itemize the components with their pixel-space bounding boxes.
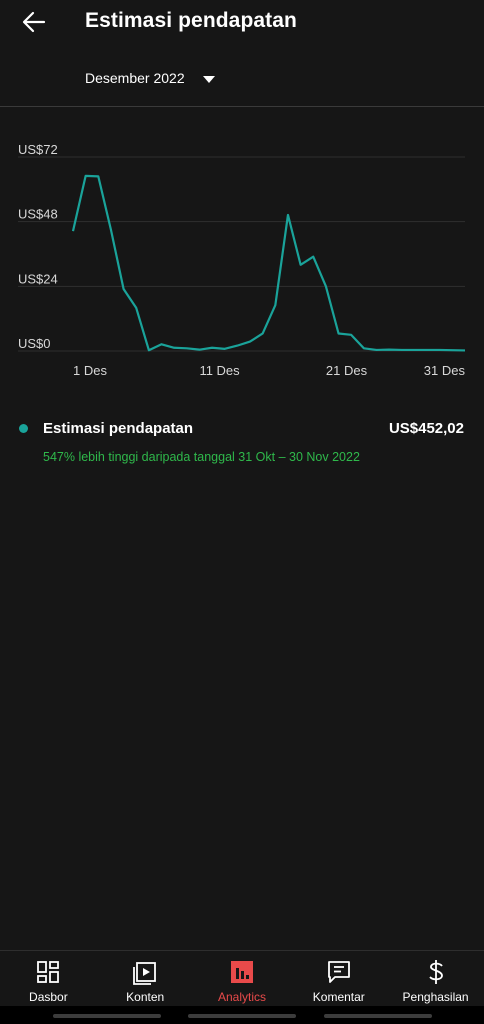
nav-item-dasbor[interactable]: Dasbor [0, 951, 97, 1007]
period-label: Desember 2022 [85, 70, 185, 86]
nav-item-penghasilan[interactable]: Penghasilan [387, 951, 484, 1007]
y-tick-label: US$48 [18, 207, 58, 222]
comparison-text: 547% lebih tinggi daripada tanggal 31 Ok… [43, 450, 360, 464]
back-arrow-icon [22, 11, 46, 33]
app-header: Estimasi pendapatan Desember 2022 [0, 0, 484, 106]
metric-label: Estimasi pendapatan [43, 420, 194, 437]
content-icon [133, 962, 157, 985]
period-dropdown[interactable]: Desember 2022 [85, 70, 215, 86]
y-tick-label: US$72 [18, 142, 58, 157]
x-tick-label: 31 Des [424, 363, 466, 378]
comments-icon [327, 961, 350, 983]
series-legend-dot [19, 424, 28, 433]
gesture-handle [53, 1014, 161, 1018]
gesture-handle [188, 1014, 296, 1018]
header-divider [0, 106, 484, 107]
nav-label: Penghasilan [402, 990, 469, 1004]
dollar-icon [428, 960, 443, 984]
nav-label: Analytics [217, 990, 266, 1004]
total-value: US$452,02 [388, 420, 464, 437]
dashboard-icon [37, 961, 60, 983]
x-tick-label: 11 Des [199, 363, 240, 378]
y-tick-label: US$0 [18, 336, 51, 351]
gesture-handle [324, 1014, 432, 1018]
y-tick-label: US$24 [18, 271, 58, 286]
dropdown-caret-icon [202, 75, 215, 83]
earnings-series-line [71, 174, 466, 352]
analytics-icon [230, 961, 253, 983]
x-tick-label: 1 Des [73, 363, 107, 378]
system-gesture-bar [0, 1006, 484, 1024]
nav-label: Konten [126, 990, 165, 1004]
nav-item-konten[interactable]: Konten [97, 951, 194, 1007]
x-tick-label: 21 Des [326, 363, 368, 378]
earnings-chart: US$0 US$24 US$48 US$72 1 Des 11 Des 21 Des 31 D… [0, 140, 484, 390]
page-title: Estimasi pendapatan [85, 9, 297, 32]
nav-item-analytics[interactable]: Analytics [194, 951, 291, 1007]
nav-item-komentar[interactable]: Komentar [290, 951, 387, 1007]
nav-label: Dasbor [29, 990, 68, 1004]
back-button[interactable] [20, 8, 48, 36]
nav-label: Komentar [312, 990, 365, 1004]
bottom-navigation: Dasbor Konten Analytics Komentar Penghas… [0, 950, 484, 1007]
earnings-line-chart: US$0 US$24 US$48 US$72 1 Des 11 Des 21 Des 31 D… [18, 142, 466, 378]
